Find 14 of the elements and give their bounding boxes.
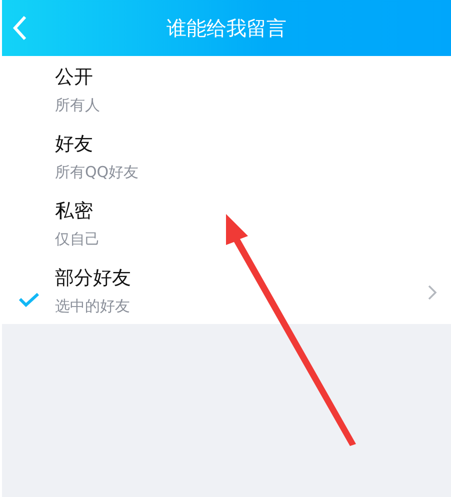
page-title: 谁能给我留言 <box>166 14 286 42</box>
back-icon[interactable] <box>12 15 28 41</box>
option-description: 选中的好友 <box>55 297 131 316</box>
option-title: 好友 <box>55 132 94 157</box>
option-title: 私密 <box>55 199 94 224</box>
option-description: 所有QQ好友 <box>55 163 140 182</box>
option-title: 部分好友 <box>55 266 132 291</box>
privacy-option[interactable]: 部分好友 选中的好友 <box>2 257 451 324</box>
option-description: 所有人 <box>55 96 101 115</box>
option-description: 仅自己 <box>55 230 101 249</box>
privacy-option[interactable]: 公开 所有人 <box>2 56 451 123</box>
option-title: 公开 <box>55 65 94 90</box>
privacy-option[interactable]: 好友 所有QQ好友 <box>2 123 451 190</box>
privacy-option[interactable]: 私密 仅自己 <box>2 190 451 257</box>
